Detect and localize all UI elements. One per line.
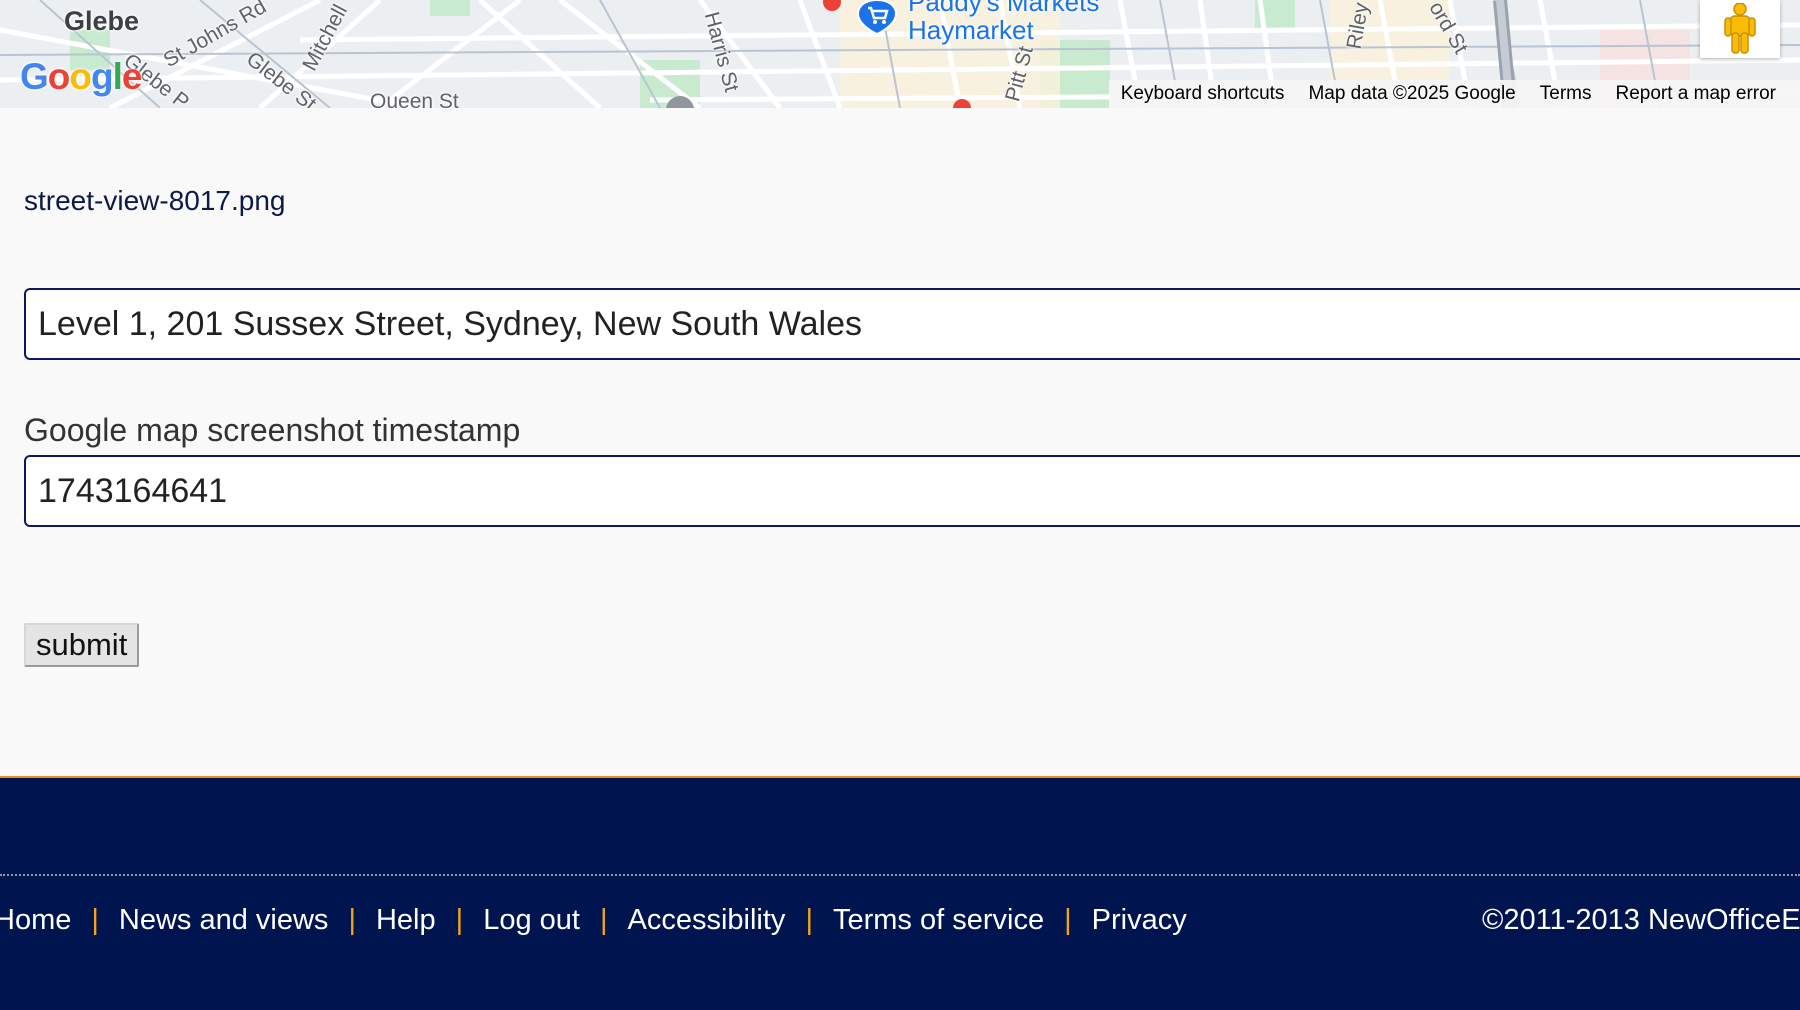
site-footer: Home | News and views | Help | Log out |… xyxy=(0,776,1800,1010)
keyboard-shortcuts-link[interactable]: Keyboard shortcuts xyxy=(1109,83,1297,105)
footer-separator: | xyxy=(455,904,464,936)
footer-link-accessibility[interactable]: Accessibility xyxy=(628,904,786,937)
footer-separator: | xyxy=(1064,904,1072,936)
terms-link[interactable]: Terms xyxy=(1528,83,1604,105)
shopping-cart-pin-icon[interactable] xyxy=(856,0,898,34)
timestamp-input[interactable] xyxy=(24,455,1800,527)
google-logo[interactable]: Google xyxy=(20,56,142,98)
report-map-error-link[interactable]: Report a map error xyxy=(1603,83,1788,105)
footer-nav: Home | News and views | Help | Log out |… xyxy=(0,904,1187,937)
footer-divider xyxy=(0,874,1800,876)
pegman-icon xyxy=(1724,3,1756,54)
address-input[interactable] xyxy=(24,288,1800,360)
map-label-queen-st: Queen St xyxy=(370,90,459,108)
poi-label-line2: Haymarket xyxy=(908,15,1034,45)
pegman-button[interactable] xyxy=(1700,0,1780,58)
footer-separator: | xyxy=(805,904,813,936)
footer-separator: | xyxy=(599,904,608,936)
footer-link-home[interactable]: Home xyxy=(0,904,71,937)
google-map[interactable]: Glebe St Johns Rd Glebe St Glebe P Mitch… xyxy=(0,0,1800,108)
timestamp-label: Google map screenshot timestamp xyxy=(24,412,521,448)
footer-separator: | xyxy=(91,904,99,936)
copyright-text: ©2011-2013 NewOfficeEurope xyxy=(1482,904,1800,936)
footer-link-logout[interactable]: Log out xyxy=(483,904,580,937)
form-area: street-view-8017.png Google map screensh… xyxy=(0,108,1800,776)
footer-link-help[interactable]: Help xyxy=(376,904,436,937)
footer-link-terms[interactable]: Terms of service xyxy=(833,904,1044,937)
page: Glebe St Johns Rd Glebe St Glebe P Mitch… xyxy=(0,0,1800,1010)
poi-label[interactable]: Paddy's Markets Haymarket xyxy=(908,0,1099,44)
submit-button[interactable]: submit xyxy=(24,623,140,667)
map-label-glebe: Glebe xyxy=(64,6,140,36)
poi-label-line1: Paddy's Markets xyxy=(908,0,1100,17)
footer-link-news[interactable]: News and views xyxy=(119,904,329,937)
map-attribution-bar: Keyboard shortcuts Map data ©2025 Google… xyxy=(1108,80,1800,108)
footer-separator: | xyxy=(348,904,356,936)
map-data-text: Map data ©2025 Google xyxy=(1308,83,1516,104)
footer-link-privacy[interactable]: Privacy xyxy=(1092,904,1187,937)
screenshot-filename: street-view-8017.png xyxy=(24,185,286,216)
